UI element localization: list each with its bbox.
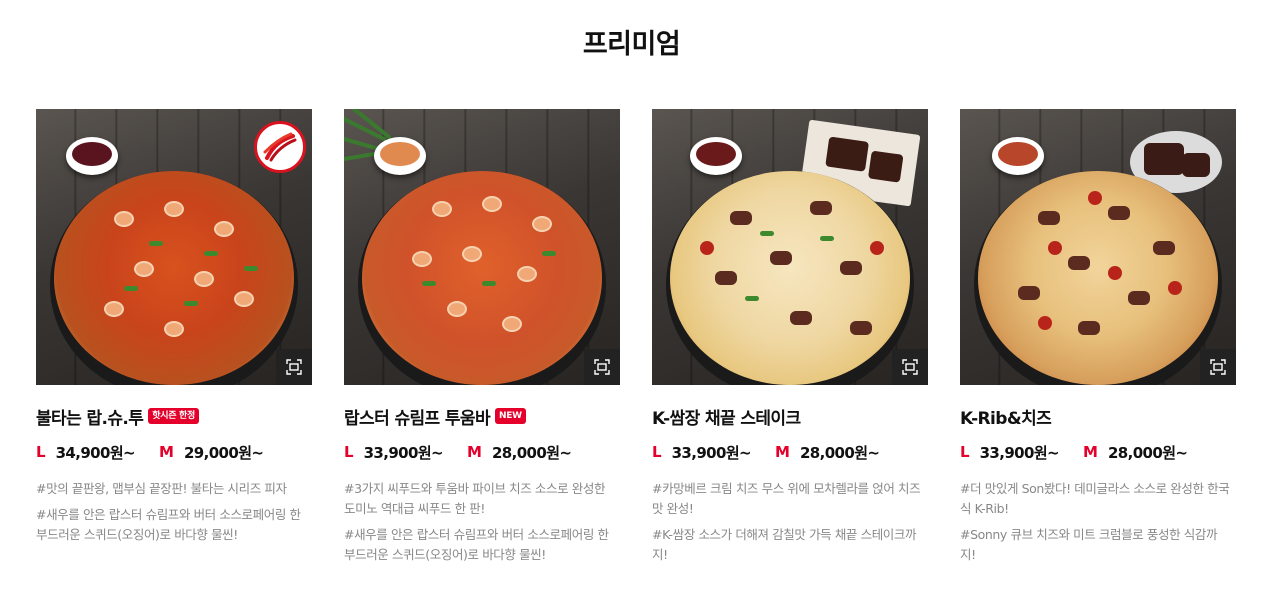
- expand-frame-icon: [594, 359, 610, 375]
- price-row: L 33,900원~ M 28,000원~: [652, 441, 928, 463]
- expand-frame-icon: [286, 359, 302, 375]
- product-card-2[interactable]: 랍스터 슈림프 투움바 NEW L 33,900원~ M 28,000원~ #3…: [344, 109, 620, 565]
- product-card-3[interactable]: K-쌈장 채끝 스테이크 L 33,900원~ M 28,000원~ #카망베르…: [652, 109, 928, 565]
- sauce-cup: [992, 137, 1044, 175]
- size-medium-label: M: [1083, 443, 1098, 461]
- price-row: L 33,900원~ M 28,000원~: [960, 441, 1236, 463]
- sauce-cup: [374, 137, 426, 175]
- sauce-cup: [690, 137, 742, 175]
- product-name[interactable]: K-Rib&치즈: [960, 404, 1052, 429]
- size-large-label: L: [960, 443, 970, 461]
- new-badge: NEW: [495, 408, 526, 424]
- product-description: #맛의 끝판왕, 맵부심 끝장판! 불타는 시리즈 피자: [36, 481, 287, 496]
- price-large: 33,900원~: [671, 443, 752, 462]
- size-large-label: L: [652, 443, 662, 461]
- price-medium: 28,000원~: [799, 443, 880, 462]
- product-description: #카망베르 크림 치즈 무스 위에 모차렐라를 얹어 치즈맛 완성!: [652, 481, 921, 516]
- size-large-label: L: [344, 443, 354, 461]
- pizza-image: [670, 171, 910, 385]
- pizza-image: [362, 171, 602, 385]
- zoom-button[interactable]: [584, 349, 620, 385]
- product-image[interactable]: [344, 109, 620, 385]
- zoom-button[interactable]: [276, 349, 312, 385]
- price-medium: 28,000원~: [491, 443, 572, 462]
- section-title: 프리미엄: [582, 29, 681, 60]
- size-medium-label: M: [775, 443, 790, 461]
- zoom-button[interactable]: [892, 349, 928, 385]
- price-row: L 33,900원~ M 28,000원~: [344, 441, 620, 463]
- pizza-image: [54, 171, 294, 385]
- price-large: 33,900원~: [979, 443, 1060, 462]
- sauce-cup: [66, 137, 118, 175]
- product-description: #새우를 안은 랍스터 슈림프와 버터 소스로페어링 한 부드러운 스퀴드(오징…: [36, 507, 301, 542]
- size-medium-label: M: [159, 443, 174, 461]
- product-image[interactable]: [36, 109, 312, 385]
- expand-frame-icon: [902, 359, 918, 375]
- product-card-1[interactable]: 불타는 랍.슈.투 핫시즌 한정 L 34,900원~ M 29,000원~ #…: [36, 109, 312, 545]
- product-name[interactable]: K-쌈장 채끝 스테이크: [652, 404, 801, 429]
- product-description: #K-쌈장 소스가 더해져 감칠맛 가득 채끝 스테이크까지!: [652, 527, 917, 562]
- price-large: 34,900원~: [55, 443, 136, 462]
- product-description: #Sonny 큐브 치즈와 미트 크럼블로 풍성한 식감까지!: [960, 527, 1218, 562]
- size-large-label: L: [36, 443, 46, 461]
- product-image[interactable]: [652, 109, 928, 385]
- price-medium: 29,000원~: [183, 443, 264, 462]
- price-row: L 34,900원~ M 29,000원~: [36, 441, 312, 463]
- product-name[interactable]: 불타는 랍.슈.투: [36, 404, 144, 429]
- product-description: #새우를 안은 랍스터 슈림프와 버터 소스로페어링 한 부드러운 스퀴드(오징…: [344, 527, 609, 562]
- expand-frame-icon: [1210, 359, 1226, 375]
- product-name[interactable]: 랍스터 슈림프 투움바: [344, 404, 491, 429]
- chili-peppers-icon: [254, 121, 306, 173]
- size-medium-label: M: [467, 443, 482, 461]
- zoom-button[interactable]: [1200, 349, 1236, 385]
- price-large: 33,900원~: [363, 443, 444, 462]
- pizza-image: [978, 171, 1218, 385]
- product-description: #3가지 씨푸드와 투움바 파이브 치즈 소스로 완성한 도미노 역대급 씨푸드…: [344, 481, 606, 516]
- season-badge: 핫시즌 한정: [148, 408, 200, 424]
- price-medium: 28,000원~: [1107, 443, 1188, 462]
- product-card-4[interactable]: K-Rib&치즈 L 33,900원~ M 28,000원~ #더 맛있게 So…: [960, 109, 1236, 565]
- product-description: #더 맛있게 Son봤다! 데미글라스 소스로 완성한 한국식 K-Rib!: [960, 481, 1230, 516]
- product-image[interactable]: [960, 109, 1236, 385]
